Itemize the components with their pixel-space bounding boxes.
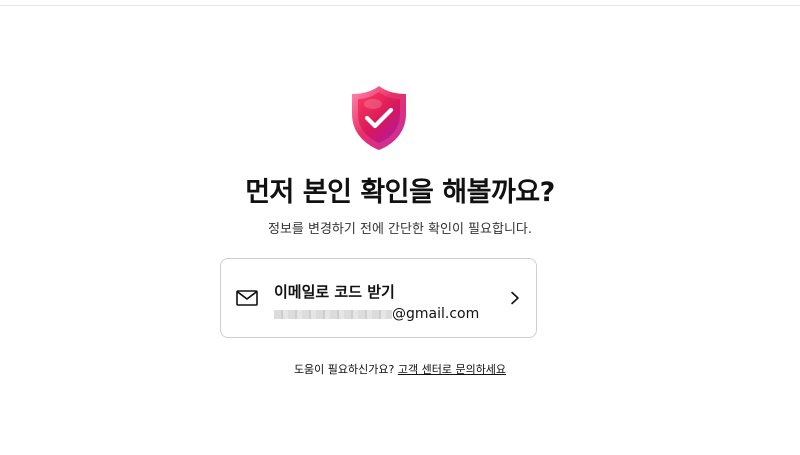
mail-icon [236,290,258,306]
masked-email: @gmail.com [274,305,479,323]
email-redaction [274,309,392,319]
option-label: 이메일로 코드 받기 [274,283,395,301]
page-title: 먼저 본인 확인을 해볼까요? [245,177,555,208]
help-text: 도움이 필요하신가요? 고객 센터로 문의하세요 [0,361,800,377]
email-domain: @gmail.com [392,306,480,322]
chevron-right-icon [511,291,519,305]
page-subtitle: 정보를 변경하기 전에 간단한 확인이 필요합니다. [268,222,532,237]
customer-center-link[interactable]: 고객 센터로 문의하세요 [398,363,506,376]
top-divider [0,5,800,6]
shield-check-icon [352,86,406,150]
help-prompt: 도움이 필요하신가요? [293,363,395,376]
email-verification-option[interactable]: 이메일로 코드 받기 @gmail.com [220,258,537,338]
